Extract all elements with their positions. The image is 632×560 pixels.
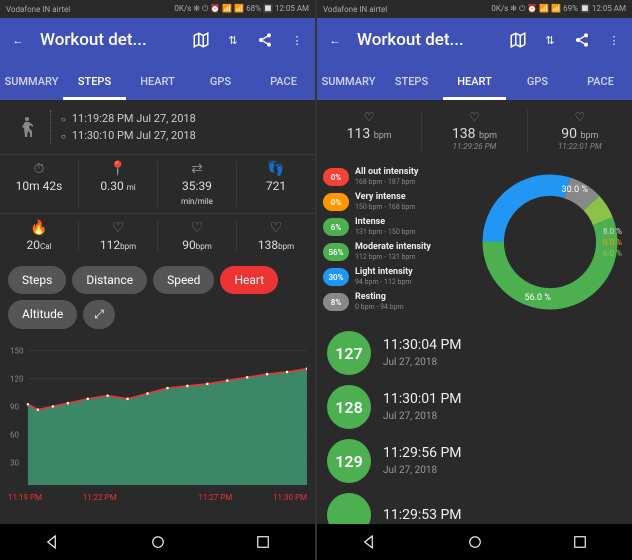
phone-steps-screen: Vodafone IN airtel 0K/s ✻ ⏻ ⏰ 📶 📶 68% 🔲 … <box>0 0 315 560</box>
swap-icon[interactable]: ⇅ <box>223 30 243 50</box>
tab-steps[interactable]: STEPS <box>63 63 126 100</box>
pace-icon: ⇄ <box>158 161 236 179</box>
donut-label: 0.0 % <box>603 238 622 247</box>
heart-min-icon: ♡ <box>528 110 632 126</box>
swap-icon[interactable]: ⇅ <box>540 30 560 50</box>
pill-distance[interactable]: Distance <box>72 266 147 294</box>
tab-summary[interactable]: SUMMARY <box>0 63 63 100</box>
chart-x-axis: 11:19 PM11:22 PM11:27 PM11:30 PM <box>0 493 315 502</box>
donut-label: 8.0 % <box>603 227 622 236</box>
list-item[interactable]: 11:29:53 PM <box>327 488 622 524</box>
phone-heart-screen: Vodafone IN airtel 0K/s ✻ ⏻ ⏰ 📶 📶 69% 🔲 … <box>317 0 632 560</box>
tab-heart[interactable]: HEART <box>126 63 189 100</box>
heart-chart: 150 120 90 60 30 <box>0 337 315 493</box>
tab-bar: SUMMARY STEPS HEART GPS PACE <box>0 62 315 100</box>
start-time: 11:19:28 PM Jul 27, 2018 <box>61 110 305 127</box>
more-icon[interactable]: ⋮ <box>287 30 307 50</box>
svg-text:120: 120 <box>10 374 24 384</box>
zone-row: 8%Resting0 bpm - 94 bpm <box>323 292 475 312</box>
tab-bar: SUMMARY STEPS HEART GPS PACE <box>317 62 632 100</box>
svg-text:90: 90 <box>10 402 19 412</box>
pin-icon: 📍 <box>79 161 157 179</box>
end-time: 11:30:10 PM Jul 27, 2018 <box>61 127 305 144</box>
zone-row: 30%Light intensity94 bpm - 112 bpm <box>323 267 475 287</box>
tab-gps[interactable]: GPS <box>506 63 569 100</box>
donut-label: 56.0 % <box>525 293 551 303</box>
zone-row: 0%All out intensity168 bpm - 187 bpm <box>323 167 475 187</box>
android-nav <box>0 524 315 560</box>
nav-recent-icon[interactable] <box>254 533 272 551</box>
tab-gps[interactable]: GPS <box>189 63 252 100</box>
more-icon[interactable]: ⋮ <box>604 30 624 50</box>
nav-recent-icon[interactable] <box>571 533 589 551</box>
tab-steps[interactable]: STEPS <box>380 63 443 100</box>
tab-pace[interactable]: PACE <box>252 63 315 100</box>
zone-row: 56%Moderate intensity112 bpm - 131 bpm <box>323 242 475 262</box>
back-icon[interactable]: ← <box>325 30 345 50</box>
map-icon[interactable] <box>508 30 528 50</box>
svg-text:30: 30 <box>10 458 19 468</box>
heart-max-icon: ♡ <box>422 110 526 126</box>
tab-summary[interactable]: SUMMARY <box>317 63 380 100</box>
android-nav <box>317 524 632 560</box>
page-title: Workout det... <box>357 30 496 50</box>
tab-heart[interactable]: HEART <box>443 63 506 100</box>
app-header: ← Workout det... ⇅ ⋮ <box>0 18 315 62</box>
hr-donut-chart: 30.0 % 8.0 % 0.0 % 6.0 % 56.0 % <box>475 167 627 320</box>
clock-icon: ⏱ <box>0 161 78 179</box>
feet-icon: 👣 <box>237 161 315 179</box>
app-header: ← Workout det... ⇅ ⋮ <box>317 18 632 62</box>
heart-min-icon: ♡ <box>158 220 236 238</box>
stats-row-2: 🔥20Cal ♡112bpm ♡90bpm ♡138bpm <box>0 213 315 258</box>
nav-back-icon[interactable] <box>44 533 62 551</box>
walk-icon <box>10 106 42 148</box>
metric-pills: Steps Distance Speed Heart Altitude ⤢ <box>0 258 315 337</box>
page-title: Workout det... <box>40 30 179 50</box>
share-icon[interactable] <box>572 30 592 50</box>
nav-home-icon[interactable] <box>466 533 484 551</box>
pill-heart[interactable]: Heart <box>220 266 278 294</box>
back-icon[interactable]: ← <box>8 30 28 50</box>
list-item[interactable]: 12911:29:56 PMJul 27, 2018 <box>327 434 622 488</box>
zone-row: 0%Very intense150 bpm - 168 bpm <box>323 192 475 212</box>
pill-altitude[interactable]: Altitude <box>8 300 77 329</box>
hr-log: 12711:30:04 PMJul 27, 2018 12811:30:01 P… <box>317 326 632 524</box>
pill-speed[interactable]: Speed <box>153 266 214 294</box>
zone-row: 6%Intense131 bpm - 150 bpm <box>323 217 475 237</box>
donut-label: 6.0 % <box>603 249 622 258</box>
pill-steps[interactable]: Steps <box>8 266 66 294</box>
status-bar: Vodafone IN airtel 0K/s ✻ ⏻ ⏰ 📶 📶 69% 🔲 … <box>317 0 632 18</box>
fire-icon: 🔥 <box>0 220 78 238</box>
stats-row-1: ⏱10m 42s 📍0.30 mi ⇄35:39min/mile 👣721 <box>0 154 315 213</box>
hr-summary: ♡113 bpm ♡138 bpm11:29:26 PM ♡90 bpm11:2… <box>317 100 632 161</box>
hr-zones: 0%All out intensity168 bpm - 187 bpm 0%V… <box>317 161 632 326</box>
list-item[interactable]: 12711:30:04 PMJul 27, 2018 <box>327 326 622 380</box>
svg-text:150: 150 <box>10 346 24 356</box>
pill-fullscreen[interactable]: ⤢ <box>83 300 115 329</box>
map-icon[interactable] <box>191 30 211 50</box>
time-range: 11:19:28 PM Jul 27, 2018 11:30:10 PM Jul… <box>0 100 315 154</box>
heart-max-icon: ♡ <box>237 220 315 238</box>
status-bar: Vodafone IN airtel 0K/s ✻ ⏻ ⏰ 📶 📶 68% 🔲 … <box>0 0 315 18</box>
heart-icon: ♡ <box>79 220 157 238</box>
share-icon[interactable] <box>255 30 275 50</box>
list-item[interactable]: 12811:30:01 PMJul 27, 2018 <box>327 380 622 434</box>
nav-home-icon[interactable] <box>149 533 167 551</box>
heart-icon: ♡ <box>317 110 421 126</box>
donut-label: 30.0 % <box>562 185 588 195</box>
nav-back-icon[interactable] <box>361 533 379 551</box>
svg-text:60: 60 <box>10 430 19 440</box>
tab-pace[interactable]: PACE <box>569 63 632 100</box>
